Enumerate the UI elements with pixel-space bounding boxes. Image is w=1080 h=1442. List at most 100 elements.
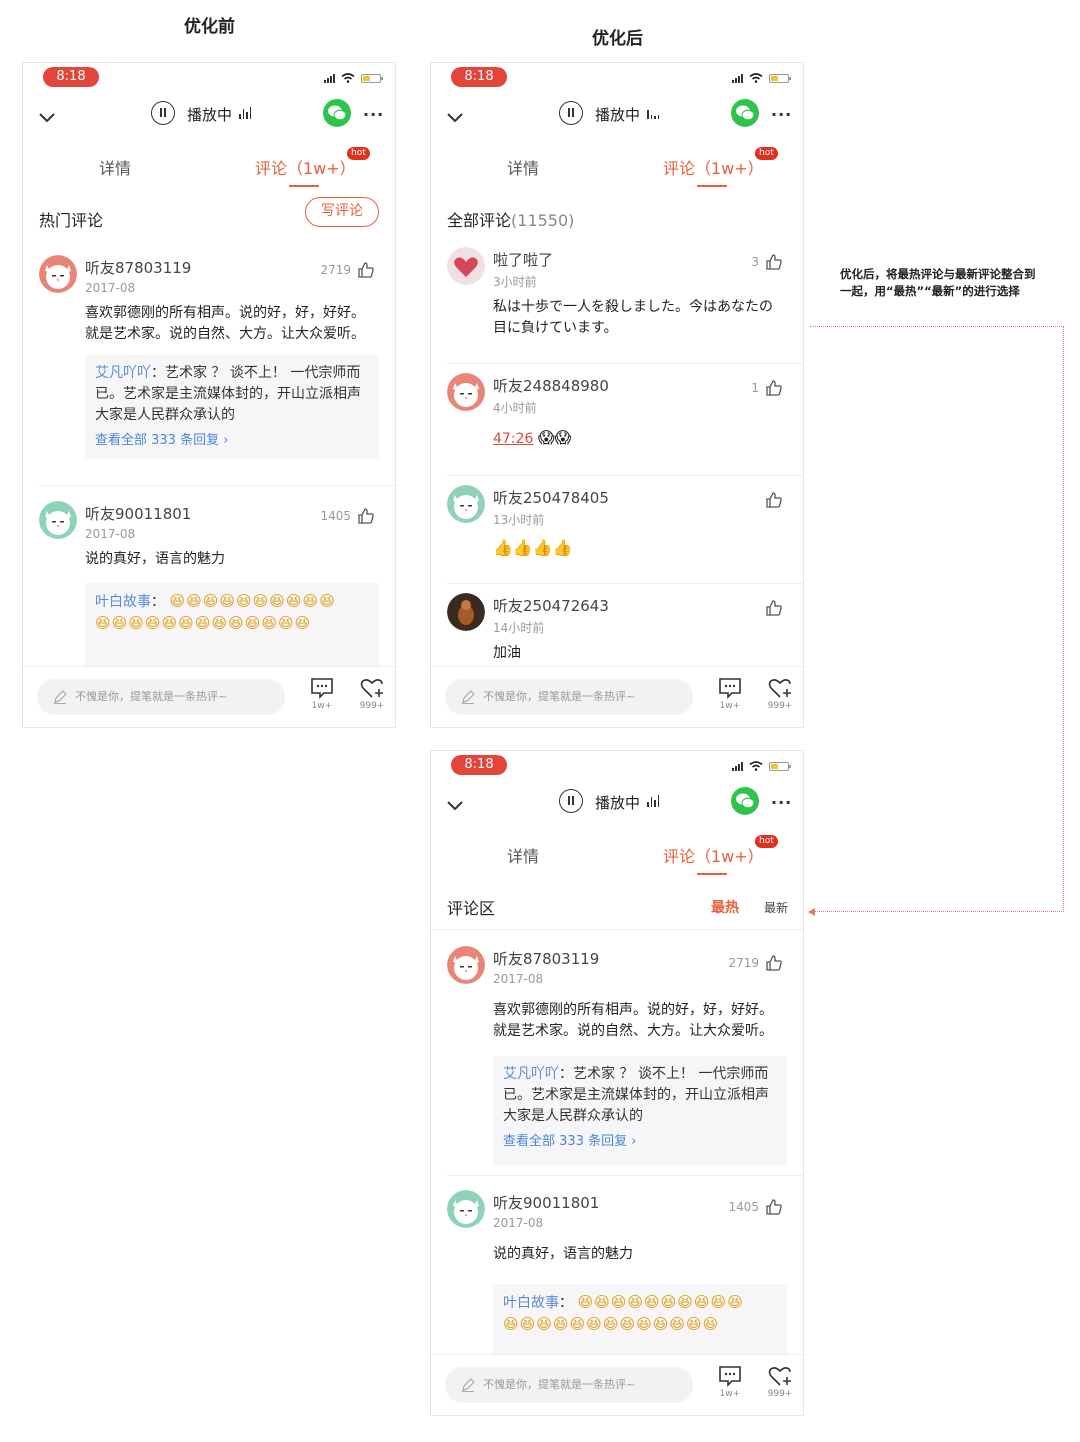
comment-user[interactable]: 听友87803119: [493, 948, 599, 969]
comment-item: 听友250478405 13小时前 👍👍👍👍: [431, 481, 803, 589]
avatar: [447, 593, 485, 631]
tab-detail[interactable]: 详情: [99, 155, 131, 179]
comment-input[interactable]: 不愧是你，提笔就是一条热评~: [445, 679, 693, 715]
chat-bubble-icon: [719, 678, 741, 699]
chevron-down-icon[interactable]: [37, 107, 57, 127]
wechat-share-button[interactable]: [731, 99, 759, 127]
equalizer-icon: [647, 795, 659, 807]
more-icon[interactable]: ···: [771, 105, 792, 124]
like-button[interactable]: 999+: [766, 1365, 794, 1399]
thumbs-up-icon: [766, 254, 782, 270]
comment-user[interactable]: 听友250472643: [493, 595, 609, 616]
comment-text: 说的真好，语言的魅力: [85, 551, 225, 567]
comment-user[interactable]: 听友90011801: [85, 503, 191, 524]
wechat-icon: [328, 105, 347, 121]
avatar: [447, 946, 485, 984]
view-all-replies-link[interactable]: 查看全部 333 条回复 ›: [503, 1131, 777, 1152]
pause-button[interactable]: [559, 101, 583, 125]
tab-detail[interactable]: 详情: [507, 843, 539, 867]
comments-button[interactable]: 1w+: [716, 1365, 744, 1399]
more-icon[interactable]: ···: [771, 793, 792, 812]
likes-count: 999+: [767, 701, 793, 711]
hot-badge: hot: [755, 147, 778, 160]
comment-text: 喜欢郭德刚的所有相声。说的好，好，好好。就是艺术家。说的自然、大方。让大众爱听。: [85, 305, 365, 342]
like-count: 1405: [728, 1200, 759, 1214]
sort-hot-tab[interactable]: 最热: [711, 897, 739, 917]
scream-emoji: 😱😱: [537, 428, 572, 447]
chevron-down-icon[interactable]: [445, 107, 465, 127]
section-title: 热门评论: [39, 211, 104, 230]
comment-item: 啦了啦了 3小时前 3 私は十歩で一人を殺しました。今はあなたの目に負けています…: [431, 241, 803, 369]
comment-input[interactable]: 不愧是你，提笔就是一条热评~: [37, 679, 285, 715]
like-count: 2719: [320, 263, 351, 277]
sort-new-tab[interactable]: 最新: [764, 899, 788, 916]
pause-button[interactable]: [559, 789, 583, 813]
like-button[interactable]: 1: [751, 379, 783, 397]
annotation-connector: [810, 326, 1064, 327]
comment-text: 私は十歩で一人を殺しました。今はあなたの目に負けています。: [493, 299, 773, 336]
reply-box: 艾凡吖吖：艺术家 ？ 谈不上！ 一代宗师而已。艺术家是主流媒体封的，开山立派相声…: [85, 355, 379, 459]
tab-comments[interactable]: 评论（1w+）: [255, 155, 356, 179]
wifi-icon: [749, 73, 763, 83]
reply-text: ：: [151, 594, 165, 610]
like-count: 1: [751, 381, 759, 395]
wechat-share-button[interactable]: [731, 787, 759, 815]
tab-comments[interactable]: 评论（1w+）: [663, 843, 764, 867]
comment-item: 听友250472643 14小时前 加油: [431, 589, 803, 669]
comment-item: 听友90011801 2017-08 1405 说的真好，语言的魅力 叶白故事：…: [431, 1176, 803, 1384]
like-button[interactable]: 2719: [320, 261, 375, 279]
like-button[interactable]: 3: [751, 253, 783, 271]
playing-label: 播放中: [187, 106, 233, 124]
tab-indicator: [289, 185, 319, 187]
pause-button[interactable]: [151, 101, 175, 125]
view-all-replies-link[interactable]: 查看全部 333 条回复 ›: [95, 430, 369, 451]
signal-icon: [732, 73, 743, 83]
like-button[interactable]: [765, 599, 783, 617]
reply-user[interactable]: 叶白故事: [503, 1295, 559, 1311]
like-button[interactable]: 999+: [766, 677, 794, 711]
equalizer-icon: [647, 107, 659, 119]
comment-input[interactable]: 不愧是你，提笔就是一条热评~: [445, 1367, 693, 1403]
like-button[interactable]: 1405: [728, 1198, 783, 1216]
write-comment-button[interactable]: 写评论: [305, 197, 379, 227]
comment-date: 2017-08: [85, 527, 136, 541]
playing-label: 播放中: [595, 794, 641, 812]
tab-detail[interactable]: 详情: [507, 155, 539, 179]
like-button[interactable]: 1405: [320, 507, 375, 525]
wechat-share-button[interactable]: [323, 99, 351, 127]
comment-user[interactable]: 听友87803119: [85, 257, 191, 278]
wifi-icon: [341, 73, 355, 83]
tab-comments[interactable]: 评论（1w+）: [663, 155, 764, 179]
comment-user[interactable]: 听友248848980: [493, 375, 609, 396]
timestamp-link[interactable]: 47:26: [493, 431, 533, 447]
reply-user[interactable]: 艾凡吖吖: [503, 1066, 559, 1082]
battery-icon: [361, 73, 383, 83]
comment-user[interactable]: 听友250478405: [493, 487, 609, 508]
reply-box: 艾凡吖吖：艺术家 ？ 谈不上！ 一代宗师而已。艺术家是主流媒体封的，开山立派相声…: [493, 1056, 787, 1166]
pen-icon: [462, 1378, 475, 1392]
avatar: [447, 373, 485, 411]
thumbs-up-icon: [358, 262, 374, 278]
comment-text: 47:26 😱😱: [493, 427, 785, 450]
reply-user[interactable]: 艾凡吖吖: [95, 365, 151, 381]
comment-date: 2017-08: [493, 1216, 544, 1230]
phone-after-sorted: 8:18 播放中 ··· 详情 评论（1w+） hot 评论区 最热 最新 听友…: [430, 750, 804, 1416]
like-button[interactable]: [765, 491, 783, 509]
equalizer-icon: [239, 107, 251, 119]
status-time: 8:18: [43, 67, 99, 87]
status-bar: 8:18: [431, 751, 803, 783]
like-button[interactable]: 2719: [728, 954, 783, 972]
like-button[interactable]: 999+: [358, 677, 386, 711]
comments-button[interactable]: 1w+: [716, 677, 744, 711]
wifi-icon: [749, 761, 763, 771]
more-icon[interactable]: ···: [363, 105, 384, 124]
comment-user[interactable]: 啦了啦了: [493, 249, 553, 270]
comments-button[interactable]: 1w+: [308, 677, 336, 711]
chevron-down-icon[interactable]: [445, 795, 465, 815]
comments-count: 1w+: [311, 701, 333, 711]
bottom-bar: 不愧是你，提笔就是一条热评~ 1w+ 999+: [431, 666, 803, 727]
section-title: 全部评论(11550): [447, 207, 574, 231]
comment-user[interactable]: 听友90011801: [493, 1192, 599, 1213]
reply-user[interactable]: 叶白故事: [95, 594, 151, 610]
annotation-note: 优化后，将最热评论与最新评论整合到一起，用“最热”“最新”的进行选择: [840, 267, 1036, 298]
